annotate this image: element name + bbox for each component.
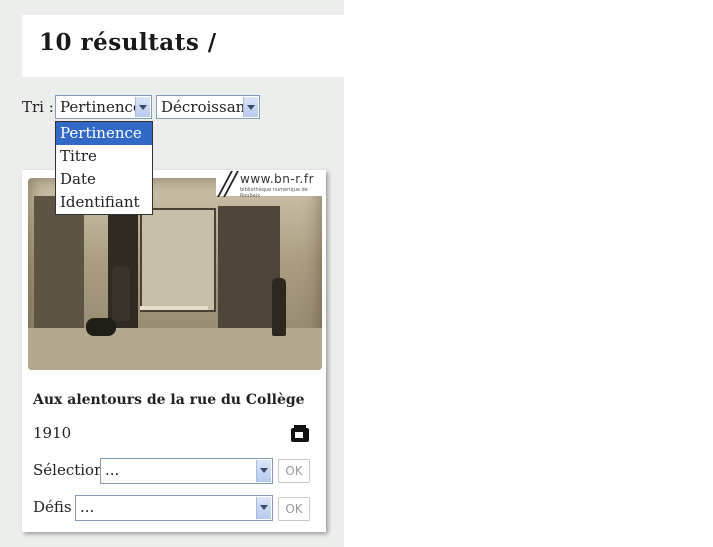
sort-field-dropdown: Pertinence Titre Date Identifiant	[55, 121, 153, 215]
chevron-down-icon[interactable]	[135, 97, 150, 117]
selection-ok-button[interactable]: OK	[278, 459, 310, 483]
result-date: 1910	[33, 424, 72, 442]
result-card: www.bn-r.fr bibliothèque numérique de Ro…	[22, 170, 326, 532]
sort-option-identifiant[interactable]: Identifiant	[56, 191, 152, 214]
defis-ok-button[interactable]: OK	[278, 497, 310, 521]
results-header: 10 résultats /	[22, 15, 344, 77]
chevron-down-icon[interactable]	[256, 497, 271, 519]
selection-value: ...	[105, 461, 120, 479]
watermark-subtext: bibliothèque numérique de Roubaix	[240, 187, 308, 199]
sort-option-titre[interactable]: Titre	[56, 145, 152, 168]
chevron-down-icon[interactable]	[256, 460, 271, 482]
watermark-logo: www.bn-r.fr bibliothèque numérique de Ro…	[216, 170, 326, 199]
sort-order-value: Décroissant	[161, 98, 252, 116]
selection-label: Sélection	[33, 461, 104, 479]
chevron-down-icon[interactable]	[243, 97, 258, 117]
sort-field-select[interactable]: Pertinence	[55, 95, 152, 119]
sort-order-select[interactable]: Décroissant	[156, 95, 260, 119]
defis-value: ...	[80, 498, 95, 516]
results-panel: 10 résultats / Tri : Pertinence Décroiss…	[0, 0, 344, 547]
sort-field-value: Pertinence	[60, 98, 142, 116]
defis-label: Défis	[33, 498, 72, 516]
results-count-title: 10 résultats /	[39, 29, 217, 56]
watermark-text: www.bn-r.fr	[240, 172, 315, 186]
result-title[interactable]: Aux alentours de la rue du Collège	[33, 392, 305, 408]
sort-label: Tri :	[22, 98, 54, 116]
image-media-icon	[291, 425, 309, 442]
defis-select[interactable]: ...	[75, 495, 273, 521]
sort-option-date[interactable]: Date	[56, 168, 152, 191]
sort-option-pertinence[interactable]: Pertinence	[56, 122, 152, 145]
selection-select[interactable]: ...	[100, 458, 273, 484]
